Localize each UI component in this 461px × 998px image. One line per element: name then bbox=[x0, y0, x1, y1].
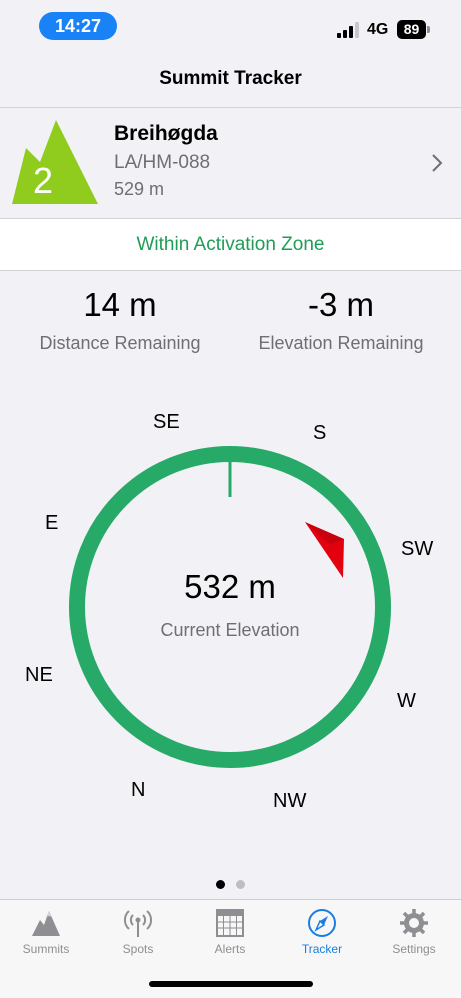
chevron-right-icon bbox=[432, 154, 443, 172]
tab-settings[interactable]: Settings bbox=[368, 900, 460, 970]
compass-icon bbox=[308, 909, 336, 937]
compass-label-nw: NW bbox=[273, 790, 307, 812]
tab-label: Tracker bbox=[301, 942, 343, 956]
network-type: 4G bbox=[367, 21, 389, 38]
compass-label-sw: SW bbox=[401, 538, 434, 560]
current-elevation-label: Current Elevation bbox=[160, 620, 300, 640]
battery-level: 89 bbox=[397, 20, 426, 39]
mountain-icon bbox=[32, 911, 60, 936]
tab-label: Alerts bbox=[214, 942, 246, 956]
calendar-icon bbox=[216, 909, 244, 937]
battery-cap-icon bbox=[427, 26, 430, 33]
gear-icon bbox=[400, 909, 428, 937]
compass-label-e: E bbox=[45, 512, 59, 534]
compass-label-se: SE bbox=[153, 411, 180, 433]
page-title: Summit Tracker bbox=[159, 68, 302, 89]
page-indicator-dot-active[interactable] bbox=[216, 880, 225, 889]
summit-points: 2 bbox=[32, 160, 54, 201]
summit-height: 529 m bbox=[114, 179, 165, 199]
compass-ring bbox=[69, 446, 391, 768]
elevation-remaining-value: -3 m bbox=[308, 286, 374, 323]
tab-label: Settings bbox=[392, 942, 436, 956]
summit-reference: LA/HM-088 bbox=[114, 152, 211, 173]
compass-label-s: S bbox=[313, 422, 327, 444]
status-bar: 14:27 4G 89 bbox=[0, 0, 461, 52]
distance-remaining-label: Distance Remaining bbox=[39, 333, 201, 353]
tab-tracker[interactable]: Tracker bbox=[276, 900, 368, 970]
tab-spots[interactable]: Spots bbox=[92, 900, 184, 970]
antenna-icon bbox=[123, 910, 153, 937]
activation-zone-status: Within Activation Zone bbox=[0, 219, 461, 271]
compass-label-n: N bbox=[131, 779, 146, 801]
summit-row[interactable]: 2 Breihøgda LA/HM-088 529 m bbox=[0, 107, 461, 219]
page-indicator-dot[interactable] bbox=[236, 880, 245, 889]
current-elevation-value: 532 m bbox=[184, 568, 276, 605]
tab-label: Spots bbox=[122, 942, 154, 956]
tab-summits[interactable]: Summits bbox=[0, 900, 92, 970]
summit-name: Breihøgda bbox=[114, 122, 218, 145]
elevation-remaining-label: Elevation Remaining bbox=[258, 333, 424, 353]
signal-strength-icon bbox=[337, 22, 361, 38]
compass bbox=[69, 446, 391, 768]
tab-label: Summits bbox=[22, 942, 70, 956]
compass-label-ne: NE bbox=[25, 664, 53, 686]
distance-remaining-value: 14 m bbox=[83, 286, 157, 323]
status-time[interactable]: 14:27 bbox=[39, 12, 117, 40]
compass-label-w: W bbox=[397, 690, 416, 712]
tab-alerts[interactable]: Alerts bbox=[184, 900, 276, 970]
home-indicator[interactable] bbox=[149, 981, 313, 987]
